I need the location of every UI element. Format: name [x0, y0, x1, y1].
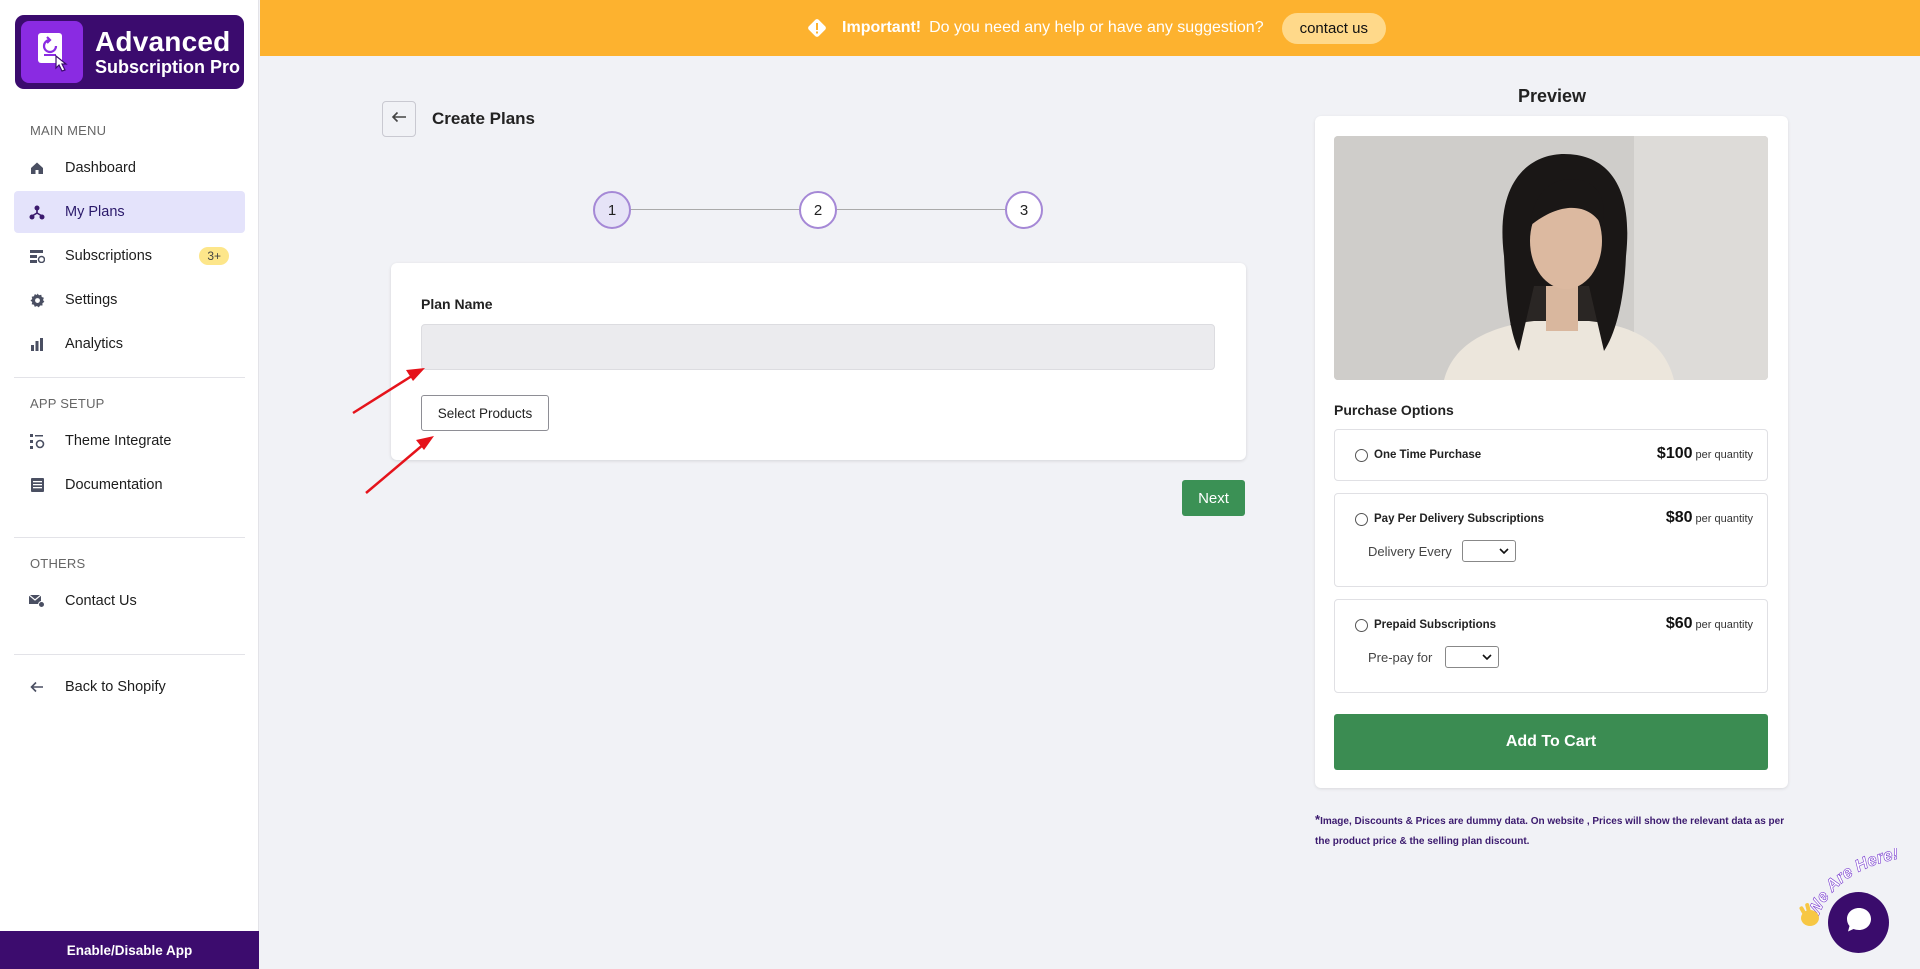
- sidebar-item-label: Analytics: [65, 336, 124, 352]
- back-to-shopify-link[interactable]: Back to Shopify: [14, 666, 245, 708]
- sidebar-divider: [14, 654, 245, 655]
- plan-name-input[interactable]: [421, 324, 1215, 370]
- enable-disable-app-button[interactable]: Enable/Disable App: [0, 931, 259, 969]
- step-3[interactable]: 3: [1005, 191, 1043, 229]
- next-button[interactable]: Next: [1182, 480, 1245, 516]
- sidebar: Advanced Subscription Pro MAIN MENU Dash…: [0, 0, 259, 969]
- chevron-down-icon: [1499, 548, 1509, 554]
- step-2[interactable]: 2: [799, 191, 837, 229]
- logo-subtitle: Subscription Pro: [95, 57, 241, 77]
- document-icon: [29, 477, 45, 493]
- select-products-button[interactable]: Select Products: [421, 395, 549, 431]
- option-name: One Time Purchase: [1374, 449, 1482, 461]
- option-one-time-purchase[interactable]: One Time Purchase $100 per quantity: [1334, 429, 1768, 481]
- radio-button[interactable]: [1355, 449, 1368, 462]
- sidebar-item-contact-us[interactable]: Contact Us: [14, 580, 245, 622]
- stepper-connector: [630, 209, 800, 210]
- preview-card: Purchase Options One Time Purchase $100 p…: [1315, 116, 1788, 788]
- disclaimer-text: Image, Discounts & Prices are dummy data…: [1315, 816, 1785, 847]
- bar-chart-icon: [29, 336, 45, 352]
- stepper-connector: [836, 209, 1006, 210]
- help-message: Do you need any help or have any suggest…: [929, 19, 1264, 36]
- sidebar-item-documentation[interactable]: Documentation: [14, 464, 245, 506]
- main-menu-label: MAIN MENU: [30, 123, 107, 138]
- mail-icon: [29, 593, 45, 609]
- delivery-every-select[interactable]: [1462, 540, 1516, 562]
- arrow-left-icon: [391, 110, 407, 128]
- sidebar-item-theme-integrate[interactable]: Theme Integrate: [14, 420, 245, 462]
- back-to-shopify-label: Back to Shopify: [65, 679, 166, 695]
- price-unit: per quantity: [1695, 619, 1753, 631]
- important-label: Important!: [842, 19, 922, 36]
- option-pay-per-delivery[interactable]: Pay Per Delivery Subscriptions $80 per qu…: [1334, 493, 1768, 587]
- sidebar-item-label: My Plans: [65, 204, 125, 220]
- subscription-logo-icon: [21, 21, 83, 83]
- gear-icon: [29, 292, 45, 308]
- price-value: $100: [1656, 445, 1693, 462]
- sidebar-item-label: Contact Us: [65, 593, 137, 609]
- sidebar-item-label: Documentation: [65, 477, 163, 493]
- others-label: OTHERS: [30, 556, 86, 571]
- app-logo[interactable]: Advanced Subscription Pro: [15, 15, 244, 89]
- pre-pay-for-select[interactable]: [1445, 646, 1499, 668]
- sidebar-item-my-plans[interactable]: My Plans: [14, 191, 245, 233]
- sidebar-item-settings[interactable]: Settings: [14, 279, 245, 321]
- price-unit: per quantity: [1695, 449, 1753, 461]
- subscriptions-icon: [29, 248, 45, 264]
- help-banner: Important! Do you need any help or have …: [260, 0, 1920, 56]
- chat-icon: [1844, 905, 1874, 940]
- sidebar-item-subscriptions[interactable]: Subscriptions 3+: [14, 235, 245, 277]
- option-name: Pay Per Delivery Subscriptions: [1374, 513, 1545, 525]
- sidebar-item-label: Dashboard: [65, 160, 136, 176]
- step-1[interactable]: 1: [593, 191, 631, 229]
- option-price: $80 per quantity: [1666, 509, 1753, 527]
- radio-button[interactable]: [1355, 619, 1368, 632]
- option-name: Prepaid Subscriptions: [1374, 619, 1497, 631]
- logo-title: Advanced: [95, 26, 231, 57]
- pre-pay-for-label: Pre-pay for: [1368, 650, 1433, 665]
- contact-us-button[interactable]: contact us: [1281, 12, 1386, 44]
- option-prepaid[interactable]: Prepaid Subscriptions $60 per quantity Pr…: [1334, 599, 1768, 693]
- theme-icon: [29, 433, 45, 449]
- sidebar-item-label: Subscriptions: [65, 248, 153, 264]
- page-title: Create Plans: [432, 109, 535, 128]
- back-button[interactable]: [382, 101, 416, 137]
- delivery-every-label: Delivery Every: [1368, 544, 1452, 559]
- price-value: $60: [1665, 615, 1693, 632]
- sidebar-divider: [14, 537, 245, 538]
- chevron-down-icon: [1482, 654, 1492, 660]
- sidebar-item-dashboard[interactable]: Dashboard: [14, 147, 245, 189]
- option-price: $60 per quantity: [1666, 615, 1753, 633]
- plans-icon: [29, 204, 45, 220]
- home-icon: [29, 160, 45, 176]
- sidebar-item-label: Theme Integrate: [65, 433, 172, 449]
- price-value: $80: [1665, 509, 1693, 526]
- product-image: [1334, 136, 1768, 380]
- purchase-options-label: Purchase Options: [1334, 402, 1454, 418]
- sidebar-divider: [14, 377, 245, 378]
- radio-button[interactable]: [1355, 513, 1368, 526]
- price-unit: per quantity: [1695, 513, 1753, 525]
- sidebar-item-analytics[interactable]: Analytics: [14, 323, 245, 365]
- preview-disclaimer: *Image, Discounts & Prices are dummy dat…: [1315, 810, 1785, 852]
- add-to-cart-button[interactable]: Add To Cart: [1334, 714, 1768, 770]
- arrow-left-icon: [29, 679, 45, 695]
- plan-form-card: Plan Name Select Products: [391, 263, 1246, 460]
- preview-title: Preview: [1517, 86, 1587, 106]
- subscriptions-count-badge: 3+: [199, 247, 229, 265]
- plan-name-label: Plan Name: [421, 296, 493, 312]
- warning-icon: [806, 17, 828, 39]
- app-setup-label: APP SETUP: [30, 396, 105, 411]
- sidebar-item-label: Settings: [65, 292, 118, 308]
- chat-launcher-button[interactable]: [1828, 892, 1889, 953]
- option-price: $100 per quantity: [1657, 445, 1753, 463]
